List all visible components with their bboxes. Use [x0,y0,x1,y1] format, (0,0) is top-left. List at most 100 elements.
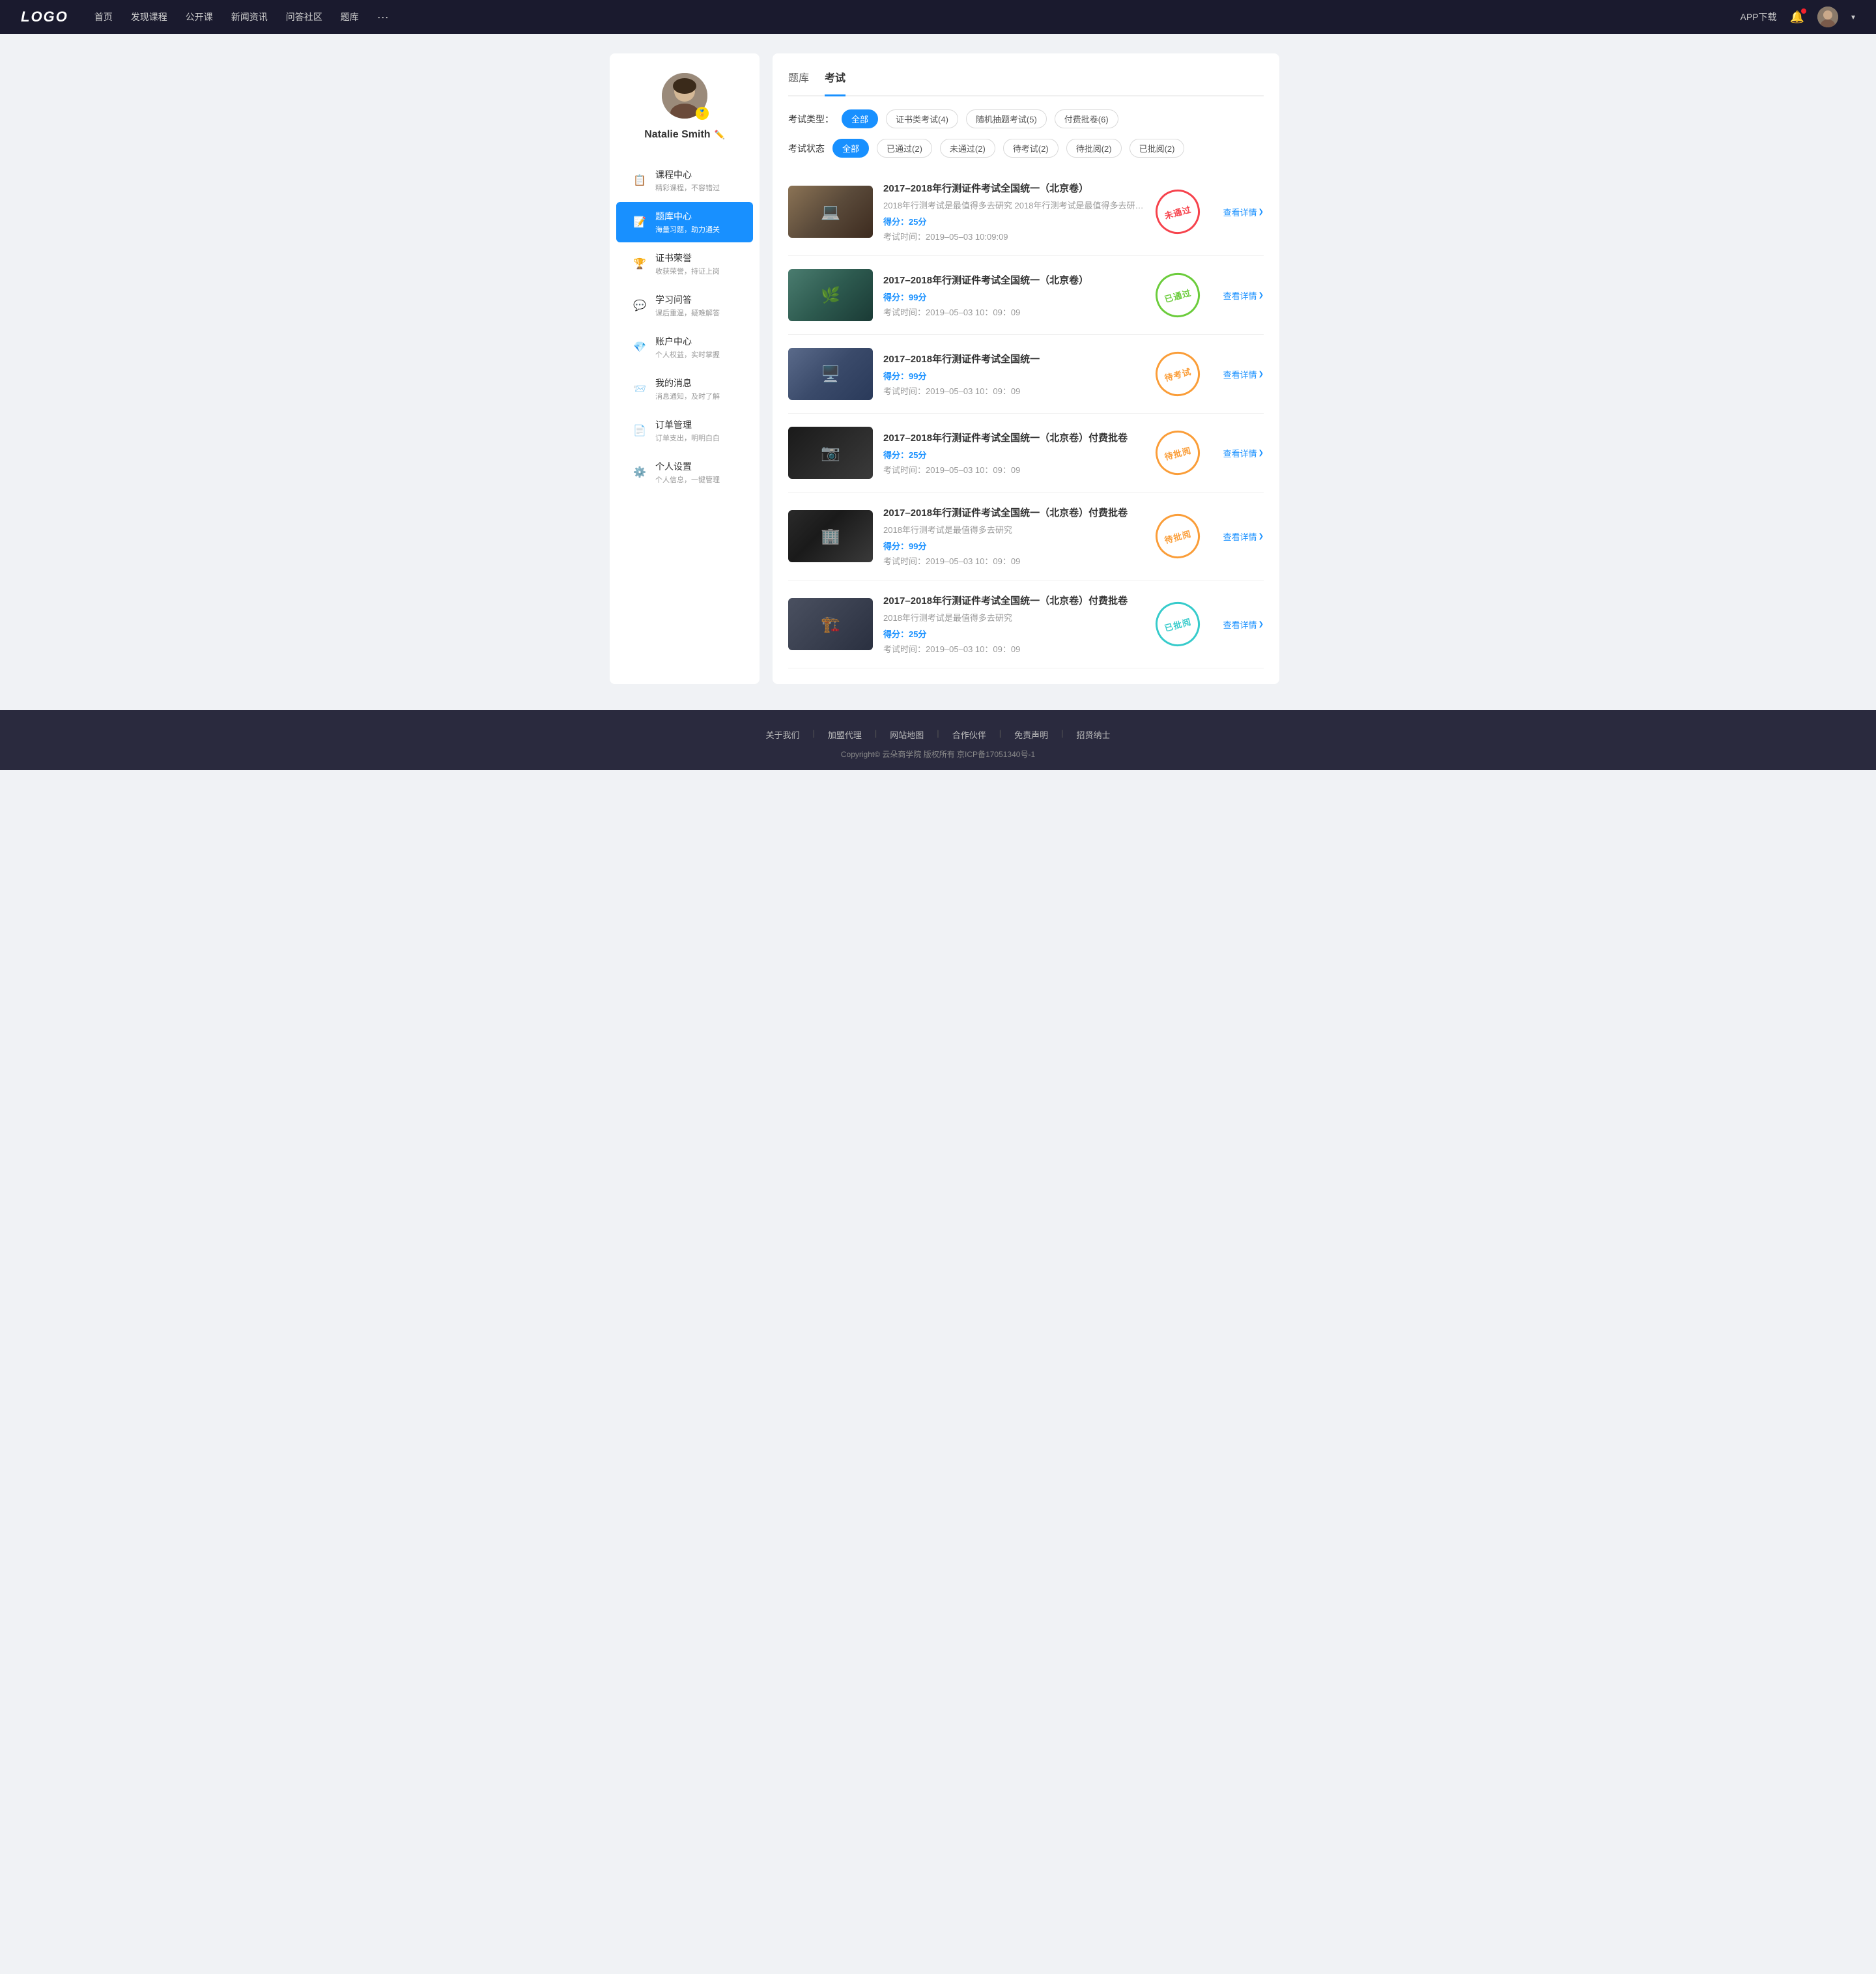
app-download-link[interactable]: APP下载 [1741,10,1777,23]
filter-type-random[interactable]: 随机抽题考试(5) [966,109,1047,128]
filter-status-pending[interactable]: 待考试(2) [1003,139,1059,158]
filter-status-failed[interactable]: 未通过(2) [940,139,995,158]
filter-type-all[interactable]: 全部 [842,109,878,128]
exam-thumbnail-3: 🖥️ [788,348,873,400]
certificates-sub: 收获荣誉，持证上岗 [655,266,720,276]
settings-icon: ⚙️ [632,465,647,480]
footer-links: 关于我们 | 加盟代理 | 网站地图 | 合作伙伴 | 免责声明 | 招贤纳士 [0,728,1876,741]
nav-qa[interactable]: 问答社区 [286,10,322,24]
filter-status-all[interactable]: 全部 [832,139,869,158]
exam-thumbnail-2: 🌿 [788,269,873,321]
tab-question-bank[interactable]: 题库 [788,69,809,87]
notification-bell-icon[interactable]: 🔔 [1790,10,1804,24]
notification-dot [1801,8,1806,14]
status-stamp-red: 未通过 [1150,184,1204,238]
exam-score-2: 得分：99分 [883,291,1144,303]
content-area: 题库 考试 考试类型： 全部 证书类考试(4) 随机抽题考试(5) 付费批卷(6… [773,53,1279,684]
filter-status-reviewing[interactable]: 待批阅(2) [1066,139,1122,158]
exam-info-3: 2017–2018年行测证件考试全国统一 得分：99分 考试时间：2019–05… [883,352,1144,397]
course-center-icon: 📋 [632,173,647,188]
nav-discover[interactable]: 发现课程 [131,10,167,24]
view-detail-button-3[interactable]: 查看详情 [1223,368,1264,380]
exam-score-5: 得分：99分 [883,539,1144,552]
user-avatar-nav[interactable] [1817,7,1838,27]
exam-info-6: 2017–2018年行测证件考试全国统一（北京卷）付费批卷 2018年行测考试是… [883,594,1144,655]
nav-home[interactable]: 首页 [94,10,113,24]
sidebar-item-question-bank[interactable]: 📝 题库中心 海量习题，助力通关 [616,202,753,242]
messages-label: 我的消息 [655,377,720,390]
exam-info-2: 2017–2018年行测证件考试全国统一（北京卷） 得分：99分 考试时间：20… [883,273,1144,318]
exam-score-6: 得分：25分 [883,627,1144,640]
nav-news[interactable]: 新闻资讯 [231,10,268,24]
filter-status-passed[interactable]: 已通过(2) [877,139,932,158]
filter-type-label: 考试类型： [788,113,834,126]
sidebar-item-settings[interactable]: ⚙️ 个人设置 个人信息，一键管理 [616,452,753,493]
exam-thumbnail-6: 🏗️ [788,598,873,650]
status-stamp-orange-4: 待批阅 [1150,425,1204,479]
sidebar-item-orders[interactable]: 📄 订单管理 订单支出，明明白白 [616,410,753,451]
filter-status-row: 考试状态 全部 已通过(2) 未通过(2) 待考试(2) 待批阅(2) 已批阅(… [788,139,1264,158]
logo[interactable]: LOGO [21,8,68,25]
footer-link-franchise[interactable]: 加盟代理 [815,728,875,741]
tab-exam[interactable]: 考试 [825,69,846,96]
footer-link-about[interactable]: 关于我们 [752,728,812,741]
footer-copyright: Copyright© 云朵商学院 版权所有 京ICP备17051340号-1 [0,749,1876,760]
sidebar-item-certificates[interactable]: 🏆 证书荣誉 收获荣誉，持证上岗 [616,244,753,284]
edit-profile-icon[interactable]: ✏️ [715,130,725,140]
status-stamp-orange-5: 待批阅 [1150,509,1204,563]
nav-question-bank[interactable]: 题库 [341,10,359,24]
view-detail-button-4[interactable]: 查看详情 [1223,447,1264,459]
exam-item: 🏗️ 2017–2018年行测证件考试全国统一（北京卷）付费批卷 2018年行测… [788,580,1264,668]
nav-links: 首页 发现课程 公开课 新闻资讯 问答社区 题库 ··· [94,10,1741,24]
nav-open-course[interactable]: 公开课 [186,10,213,24]
exam-status-4: 待批阅 [1154,429,1201,476]
question-bank-sub: 海量习题，助力通关 [655,224,720,235]
view-detail-button-2[interactable]: 查看详情 [1223,289,1264,302]
sidebar-item-course-center[interactable]: 📋 课程中心 精彩课程，不容错过 [616,160,753,201]
exam-score-3: 得分：99分 [883,369,1144,382]
sidebar: 🏅 Natalie Smith ✏️ 📋 课程中心 精彩课程，不容错过 📝 题库… [610,53,760,684]
user-menu-chevron-icon[interactable]: ▾ [1851,12,1855,21]
sidebar-item-messages[interactable]: 📨 我的消息 消息通知，及时了解 [616,369,753,409]
exam-action-6: 查看详情 [1212,618,1264,631]
main-container: 🏅 Natalie Smith ✏️ 📋 课程中心 精彩课程，不容错过 📝 题库… [599,53,1277,684]
course-center-label: 课程中心 [655,168,720,181]
exam-info-5: 2017–2018年行测证件考试全国统一（北京卷）付费批卷 2018年行测考试是… [883,506,1144,567]
filter-type-paid[interactable]: 付费批卷(6) [1055,109,1118,128]
avatar-wrapper: 🏅 [662,73,707,119]
view-detail-button-1[interactable]: 查看详情 [1223,206,1264,218]
filter-type-cert[interactable]: 证书类考试(4) [886,109,958,128]
orders-label: 订单管理 [655,418,720,431]
exam-status-5: 待批阅 [1154,513,1201,560]
account-sub: 个人权益，实时掌握 [655,349,720,360]
question-bank-label: 题库中心 [655,210,720,223]
exam-time-1: 考试时间：2019–05–03 10:09:09 [883,230,1144,242]
footer-link-partners[interactable]: 合作伙伴 [939,728,999,741]
exam-item: 🌿 2017–2018年行测证件考试全国统一（北京卷） 得分：99分 考试时间：… [788,256,1264,335]
nav-more[interactable]: ··· [377,10,389,24]
footer-link-disclaimer[interactable]: 免责声明 [1001,728,1061,741]
exam-time-4: 考试时间：2019–05–03 10：09：09 [883,463,1144,476]
certificates-label: 证书荣誉 [655,251,720,265]
exam-title-3: 2017–2018年行测证件考试全国统一 [883,352,1144,365]
exam-desc-1: 2018年行测考试是最值得多去研究 2018年行测考试是最值得多去研究 2018… [883,199,1144,211]
qa-label: 学习问答 [655,293,720,306]
footer-link-sitemap[interactable]: 网站地图 [877,728,937,741]
exam-info-1: 2017–2018年行测证件考试全国统一（北京卷） 2018年行测考试是最值得多… [883,181,1144,242]
exam-title-2: 2017–2018年行测证件考试全国统一（北京卷） [883,273,1144,287]
exam-action-1: 查看详情 [1212,206,1264,218]
view-detail-button-5[interactable]: 查看详情 [1223,530,1264,543]
view-detail-button-6[interactable]: 查看详情 [1223,618,1264,631]
messages-sub: 消息通知，及时了解 [655,391,720,401]
exam-thumbnail-4: 📷 [788,427,873,479]
account-label: 账户中心 [655,335,720,348]
filter-status-reviewed[interactable]: 已批阅(2) [1130,139,1185,158]
exam-action-3: 查看详情 [1212,368,1264,380]
footer-link-jobs[interactable]: 招贤纳士 [1064,728,1124,741]
status-stamp-teal-6: 已批阅 [1150,597,1204,651]
settings-label: 个人设置 [655,460,720,473]
sidebar-item-account[interactable]: 💎 账户中心 个人权益，实时掌握 [616,327,753,367]
sidebar-item-qa[interactable]: 💬 学习问答 课后重温，疑难解答 [616,285,753,326]
exam-title-4: 2017–2018年行测证件考试全国统一（北京卷）付费批卷 [883,431,1144,444]
filter-type-row: 考试类型： 全部 证书类考试(4) 随机抽题考试(5) 付费批卷(6) [788,109,1264,128]
